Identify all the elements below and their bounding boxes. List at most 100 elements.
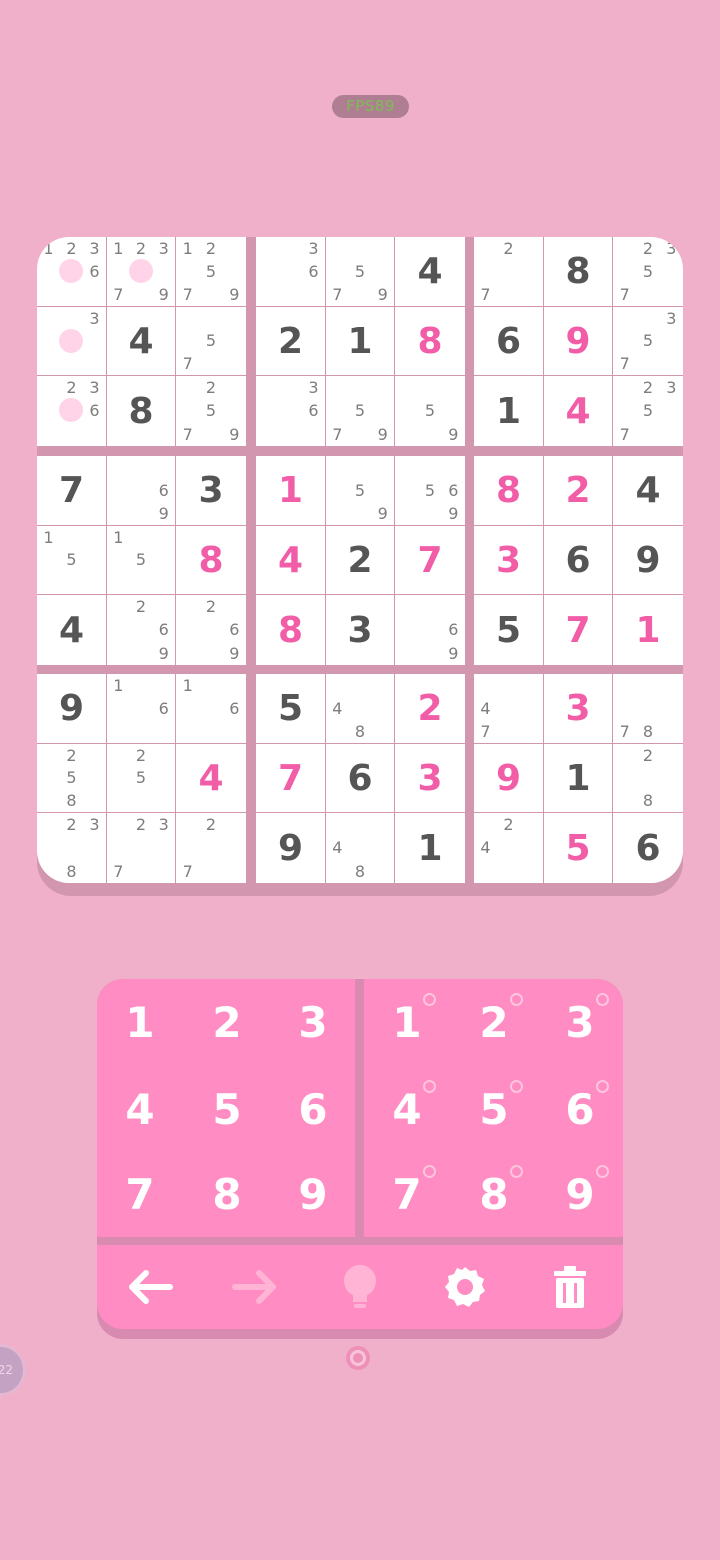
board-cell[interactable]: 8: [176, 526, 246, 594]
board-cell[interactable]: 2 5 8: [37, 744, 106, 812]
side-badge[interactable]: 22: [0, 1344, 26, 1396]
board-cell[interactable]: 9: [544, 307, 612, 375]
board-cell[interactable]: 36: [256, 237, 325, 306]
board-cell[interactable]: 27: [474, 237, 543, 306]
board-cell[interactable]: 2357: [613, 237, 683, 306]
board-cell[interactable]: 4: [176, 744, 246, 812]
board-cell[interactable]: 3: [474, 526, 543, 594]
board-cell[interactable]: 24: [474, 813, 543, 883]
board-cell[interactable]: 8: [107, 376, 175, 446]
board-cell[interactable]: 57 9: [326, 237, 394, 306]
board-cell[interactable]: 69: [395, 595, 465, 665]
board-cell[interactable]: 48: [326, 674, 394, 743]
board-cell[interactable]: 26 9: [107, 595, 175, 665]
board-cell[interactable]: 23 6: [37, 376, 106, 446]
board-cell[interactable]: 69: [107, 456, 175, 525]
board-cell[interactable]: 9: [256, 813, 325, 883]
board-cell[interactable]: 1: [395, 813, 465, 883]
note-digit-button-1[interactable]: 1: [364, 979, 450, 1065]
board-cell[interactable]: 57: [176, 307, 246, 375]
board-cell[interactable]: 16: [176, 674, 246, 743]
digit-button-4[interactable]: 4: [97, 1066, 183, 1152]
board-cell[interactable]: 7: [395, 526, 465, 594]
board-cell[interactable]: 1: [326, 307, 394, 375]
board-cell[interactable]: 12 57 9: [176, 237, 246, 306]
board-cell[interactable]: 4: [256, 526, 325, 594]
board-cell[interactable]: 56 9: [395, 456, 465, 525]
board-cell[interactable]: 28: [613, 744, 683, 812]
board-cell[interactable]: 36: [256, 376, 325, 446]
note-digit-button-9[interactable]: 9: [537, 1151, 623, 1237]
board-cell[interactable]: 23 7: [107, 813, 175, 883]
redo-button[interactable]: [202, 1245, 307, 1329]
board-cell[interactable]: 3: [326, 595, 394, 665]
digit-button-8[interactable]: 8: [184, 1151, 270, 1237]
board-cell[interactable]: 2 57 9: [176, 376, 246, 446]
board-cell[interactable]: 57 9: [326, 376, 394, 446]
digit-button-1[interactable]: 1: [97, 979, 183, 1065]
board-cell[interactable]: 123 7 9: [107, 237, 175, 306]
board-cell[interactable]: 8: [395, 307, 465, 375]
board-cell[interactable]: 3: [395, 744, 465, 812]
board-cell[interactable]: 5: [474, 595, 543, 665]
board-cell[interactable]: 2357: [613, 376, 683, 446]
note-digit-button-6[interactable]: 6: [537, 1066, 623, 1152]
board-cell[interactable]: 6: [326, 744, 394, 812]
board-cell[interactable]: 357: [613, 307, 683, 375]
board-cell[interactable]: 2: [326, 526, 394, 594]
digit-button-5[interactable]: 5: [184, 1066, 270, 1152]
board-cell[interactable]: 15: [37, 526, 106, 594]
board-cell[interactable]: 4: [613, 456, 683, 525]
board-cell[interactable]: 48: [326, 813, 394, 883]
digit-button-9[interactable]: 9: [270, 1151, 356, 1237]
board-cell[interactable]: 7: [256, 744, 325, 812]
board-cell[interactable]: 78: [613, 674, 683, 743]
board-cell[interactable]: 16: [107, 674, 175, 743]
board-cell[interactable]: 1: [544, 744, 612, 812]
board-cell[interactable]: 15: [107, 526, 175, 594]
board-cell[interactable]: 59: [326, 456, 394, 525]
board-cell[interactable]: 9: [474, 744, 543, 812]
board-cell[interactable]: 2: [256, 307, 325, 375]
board-cell[interactable]: 9: [613, 526, 683, 594]
undo-button[interactable]: [97, 1245, 202, 1329]
board-cell[interactable]: 8: [256, 595, 325, 665]
digit-button-2[interactable]: 2: [184, 979, 270, 1065]
board-cell[interactable]: 27: [176, 813, 246, 883]
board-cell[interactable]: 4: [544, 376, 612, 446]
board-cell[interactable]: 6: [474, 307, 543, 375]
board-cell[interactable]: 5: [544, 813, 612, 883]
board-cell[interactable]: 4: [107, 307, 175, 375]
board-cell[interactable]: 3: [544, 674, 612, 743]
board-cell[interactable]: 23 8: [37, 813, 106, 883]
digit-button-6[interactable]: 6: [270, 1066, 356, 1152]
pager-dot[interactable]: [346, 1346, 370, 1370]
board-cell[interactable]: 6: [544, 526, 612, 594]
board-cell[interactable]: 1: [613, 595, 683, 665]
board-cell[interactable]: 3: [37, 307, 106, 375]
board-cell[interactable]: 26 9: [176, 595, 246, 665]
note-digit-button-3[interactable]: 3: [537, 979, 623, 1065]
board-cell[interactable]: 6: [613, 813, 683, 883]
board-cell[interactable]: 7: [544, 595, 612, 665]
board-cell[interactable]: 1: [474, 376, 543, 446]
board-cell[interactable]: 2: [544, 456, 612, 525]
settings-button[interactable]: [412, 1245, 517, 1329]
board-cell[interactable]: 25: [107, 744, 175, 812]
board-cell[interactable]: 9: [37, 674, 106, 743]
board-cell[interactable]: 4: [395, 237, 465, 306]
note-digit-button-4[interactable]: 4: [364, 1066, 450, 1152]
board-cell[interactable]: 47: [474, 674, 543, 743]
board-cell[interactable]: 59: [395, 376, 465, 446]
erase-button[interactable]: [517, 1245, 622, 1329]
board-cell[interactable]: 8: [544, 237, 612, 306]
board-cell[interactable]: 8: [474, 456, 543, 525]
note-digit-button-8[interactable]: 8: [451, 1151, 537, 1237]
note-digit-button-5[interactable]: 5: [451, 1066, 537, 1152]
board-cell[interactable]: 4: [37, 595, 106, 665]
digit-button-3[interactable]: 3: [270, 979, 356, 1065]
board-cell[interactable]: 1: [256, 456, 325, 525]
hint-button[interactable]: [307, 1245, 412, 1329]
board-cell[interactable]: 5: [256, 674, 325, 743]
board-cell[interactable]: 123 6: [37, 237, 106, 306]
